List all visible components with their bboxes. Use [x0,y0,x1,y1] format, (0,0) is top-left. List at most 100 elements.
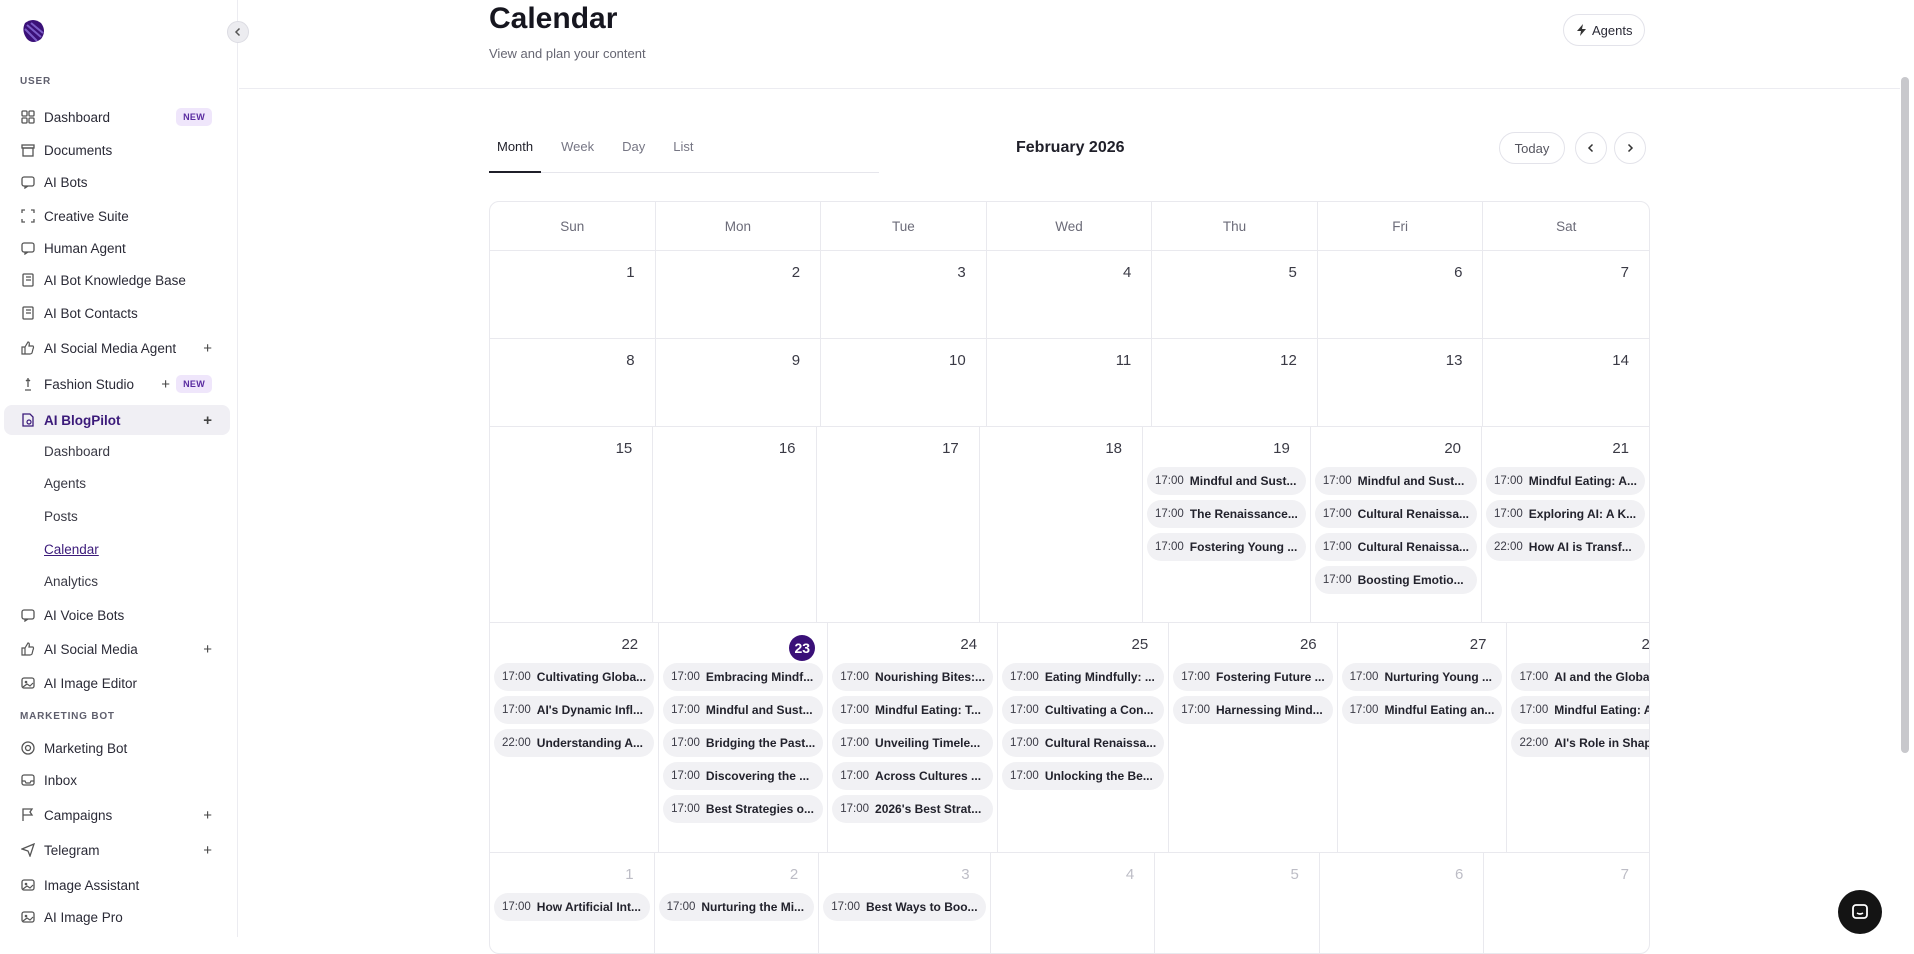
calendar-day-cell[interactable]: 11 [987,339,1153,426]
calendar-day-cell[interactable]: 5 [1155,853,1320,953]
calendar-day-cell[interactable]: 12 [1152,339,1318,426]
sidebar-item-marketing-bot[interactable]: Marketing Bot [4,733,230,763]
calendar-day-cell[interactable]: 4 [987,251,1153,338]
add-icon[interactable]: + [161,376,170,393]
calendar-event[interactable]: 22:00 AI's Role in Shap... [1511,729,1649,757]
calendar-day-cell[interactable]: 4 [991,853,1156,953]
sidebar-item-ai-social-media-agent[interactable]: AI Social Media Agent + [4,333,230,363]
calendar-day-cell[interactable]: 26 17:00 Fostering Future ... 17:00 Harnessi… [1169,623,1338,852]
sidebar-item-ai-voice-bots[interactable]: AI Voice Bots [4,600,230,630]
calendar-event[interactable]: 17:00 Exploring AI: A K... [1486,500,1645,528]
calendar-event[interactable]: 17:00 Nurturing the Mi... [658,893,815,921]
calendar-day-cell[interactable]: 20 17:00 Mindful and Sust... 17:00 Cultural … [1311,427,1482,622]
calendar-event[interactable]: 17:00 Mindful and Sust... [663,696,824,724]
calendar-event[interactable]: 17:00 Mindful Eating: A... [1511,696,1649,724]
sidebar-item-ai-bots[interactable]: AI Bots [4,167,230,197]
calendar-day-cell[interactable]: 15 [490,427,654,622]
calendar-event[interactable]: 17:00 AI's Dynamic Infl... [494,696,655,724]
calendar-day-cell[interactable]: 6 [1318,251,1484,338]
calendar-event[interactable]: 17:00 Cultivating Globa... [494,663,655,691]
agents-button[interactable]: Agents [1563,14,1646,46]
sidebar-item-dashboard[interactable]: Dashboard NEW [4,102,230,132]
calendar-day-cell[interactable]: 19 17:00 Mindful and Sust... 17:00 The Renai… [1143,427,1311,622]
today-button[interactable]: Today [1499,132,1565,164]
calendar-event[interactable]: 17:00 Boosting Emotio... [1314,566,1477,594]
add-icon[interactable]: + [203,412,212,429]
calendar-event[interactable]: 17:00 2026's Best Strat... [832,795,994,823]
calendar-day-cell[interactable]: 1 17:00 How Artificial Int... [490,853,655,953]
add-icon[interactable]: + [203,641,212,658]
calendar-event[interactable]: 17:00 The Renaissance... [1147,500,1306,528]
calendar-day-cell[interactable]: 25 17:00 Eating Mindfully: ... 17:00 Cultiva… [998,623,1170,852]
sidebar-item-ai-bot-knowledge-base[interactable]: AI Bot Knowledge Base [4,265,230,295]
sub-item-analytics[interactable]: Analytics [44,574,98,589]
calendar-day-cell[interactable]: 3 17:00 Best Ways to Boo... [819,853,991,953]
calendar-day-cell[interactable]: 21 17:00 Mindful Eating: A... 17:00 Explorin… [1482,427,1649,622]
add-icon[interactable]: + [203,842,212,859]
calendar-event[interactable]: 17:00 Eating Mindfully: ... [1002,663,1165,691]
sub-item-agents[interactable]: Agents [44,476,86,491]
calendar-event[interactable]: 17:00 Cultural Renaissa... [1314,500,1477,528]
calendar-day-cell[interactable]: 8 [490,339,656,426]
calendar-event[interactable]: 17:00 Best Strategies o... [663,795,824,823]
calendar-event[interactable]: 17:00 Unlocking the Be... [1002,762,1165,790]
sidebar-item-campaigns[interactable]: Campaigns + [4,800,230,830]
chat-launcher-button[interactable] [1838,890,1882,934]
calendar-day-cell[interactable]: 3 [821,251,987,338]
calendar-event[interactable]: 17:00 Mindful and Sust... [1314,467,1477,495]
calendar-event[interactable]: 17:00 Cultivating a Con... [1002,696,1165,724]
calendar-event[interactable]: 17:00 Mindful Eating an... [1341,696,1503,724]
sidebar-item-fashion-studio[interactable]: Fashion Studio NEW + [4,369,230,399]
add-icon[interactable]: + [203,340,212,357]
logo-icon[interactable] [19,17,47,45]
calendar-event[interactable]: 17:00 Bridging the Past... [663,729,824,757]
calendar-event[interactable]: 17:00 Cultural Renaissa... [1002,729,1165,757]
sidebar-item-ai-image-pro[interactable]: AI Image Pro [4,902,230,932]
calendar-event[interactable]: 22:00 Understanding A... [494,729,655,757]
calendar-event[interactable]: 17:00 How Artificial Int... [494,893,650,921]
sidebar-item-creative-suite[interactable]: Creative Suite [4,201,230,231]
calendar-event[interactable]: 17:00 Harnessing Mind... [1173,696,1333,724]
calendar-event[interactable]: 17:00 Nurturing Young ... [1341,663,1503,691]
sidebar-item-ai-blogpilot[interactable]: AI BlogPilot + [4,405,230,435]
calendar-day-cell[interactable]: 24 17:00 Nourishing Bites:... 17:00 Mindful … [828,623,999,852]
sub-item-posts[interactable]: Posts [44,509,78,524]
calendar-event[interactable]: 17:00 AI and the Global ... [1511,663,1649,691]
calendar-day-cell[interactable]: 28 17:00 AI and the Global ... 17:00 Mindful… [1507,623,1649,852]
calendar-day-cell[interactable]: 1 [490,251,656,338]
calendar-day-cell[interactable]: 27 17:00 Nurturing Young ... 17:00 Mindful E… [1338,623,1508,852]
next-month-button[interactable] [1614,132,1646,164]
collapse-sidebar-button[interactable] [227,21,249,43]
calendar-day-cell[interactable]: 2 17:00 Nurturing the Mi... [655,853,820,953]
calendar-event[interactable]: 17:00 Mindful Eating: T... [832,696,994,724]
calendar-day-cell[interactable]: 16 [653,427,817,622]
tab-day[interactable]: Day [614,133,653,173]
calendar-day-cell[interactable]: 5 [1152,251,1318,338]
calendar-day-cell[interactable]: 10 [821,339,987,426]
calendar-event[interactable]: 17:00 Cultural Renaissa... [1314,533,1477,561]
sidebar-item-image-assistant[interactable]: Image Assistant [4,870,230,900]
sub-item-dashboard[interactable]: Dashboard [44,444,110,459]
calendar-event[interactable]: 17:00 Unveiling Timele... [832,729,994,757]
calendar-event[interactable]: 17:00 Discovering the ... [663,762,824,790]
calendar-event[interactable]: 17:00 Across Cultures ... [832,762,994,790]
calendar-day-cell[interactable]: 9 [656,339,822,426]
calendar-day-cell[interactable]: 7 [1483,251,1649,338]
sidebar-item-documents[interactable]: Documents [4,135,230,165]
calendar-event[interactable]: 17:00 Fostering Future ... [1173,663,1333,691]
calendar-event[interactable]: 17:00 Mindful and Sust... [1147,467,1306,495]
prev-month-button[interactable] [1575,132,1607,164]
sidebar-item-telegram[interactable]: Telegram + [4,835,230,865]
calendar-event[interactable]: 17:00 Best Ways to Boo... [823,893,986,921]
calendar-event[interactable]: 17:00 Mindful Eating: A... [1486,467,1645,495]
calendar-day-cell[interactable]: 18 [980,427,1144,622]
calendar-day-cell[interactable]: 2 [656,251,822,338]
tab-list[interactable]: List [665,133,701,173]
sidebar-item-inbox[interactable]: Inbox [4,765,230,795]
calendar-day-cell[interactable]: 14 [1483,339,1649,426]
calendar-event[interactable]: 17:00 Fostering Young ... [1147,533,1306,561]
sidebar-item-ai-image-editor[interactable]: AI Image Editor [4,668,230,698]
sidebar-item-ai-bot-contacts[interactable]: AI Bot Contacts [4,298,230,328]
calendar-day-cell[interactable]: 7 [1484,853,1649,953]
calendar-day-cell[interactable]: 23 17:00 Embracing Mindf... 17:00 Mindful an… [659,623,829,852]
